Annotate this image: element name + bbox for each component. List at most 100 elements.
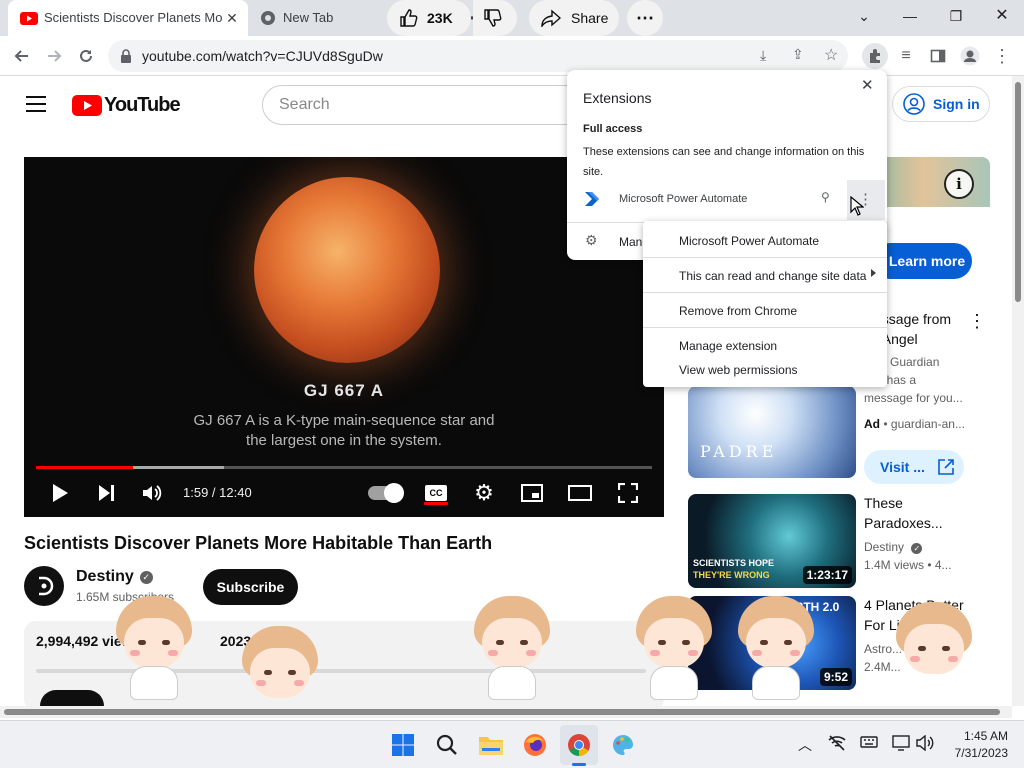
ad-more-icon[interactable]: ⋮ — [968, 311, 986, 332]
fullscreen-icon[interactable] — [616, 481, 640, 505]
share-page-icon[interactable]: ⇪ — [792, 46, 804, 63]
menu-item-site-access[interactable]: This can read and change site data — [679, 269, 866, 283]
info-icon[interactable]: i — [944, 169, 974, 199]
menu-item-extension-name[interactable]: Microsoft Power Automate — [679, 234, 819, 248]
theater-mode-icon[interactable] — [568, 481, 592, 505]
youtube-icon — [20, 12, 38, 25]
channel-name[interactable]: Destiny ✓ — [76, 568, 153, 586]
sticker-character — [888, 602, 980, 706]
reading-list-icon[interactable]: ≡ — [894, 44, 918, 68]
close-extensions-icon[interactable]: ✕ — [861, 76, 874, 94]
menu-item-manage-extension[interactable]: Manage extension — [679, 339, 777, 353]
sign-in-button[interactable]: Sign in — [892, 86, 990, 122]
visit-button[interactable]: Visit ... — [864, 450, 964, 484]
tab-title: Scientists Discover Planets More Habitab… — [44, 10, 222, 25]
manage-extensions-label: Man — [619, 235, 643, 249]
tab-search-icon[interactable]: ⌄ — [846, 4, 882, 28]
thumbs-up-icon — [400, 9, 418, 27]
restore-icon[interactable]: ❐ — [938, 4, 974, 28]
minimize-icon[interactable]: — — [892, 4, 928, 28]
sticker-character — [466, 596, 558, 700]
hamburger-menu-icon[interactable] — [26, 96, 46, 112]
more-actions-button[interactable]: ⋯ — [627, 0, 663, 36]
share-label: Share — [571, 10, 609, 26]
power-automate-icon — [585, 192, 599, 206]
youtube-logo[interactable]: YouTube — [72, 94, 181, 116]
address-bar[interactable]: youtube.com/watch?v=CJUVd8SguDw ⤓ ⇪ ☆ — [108, 40, 848, 72]
miniplayer-icon[interactable] — [520, 481, 544, 505]
network-icon[interactable] — [828, 735, 846, 754]
reload-icon[interactable] — [74, 44, 98, 68]
extension-item[interactable]: Microsoft Power Automate ⚲ ⋮ — [567, 180, 887, 220]
video-title: Scientists Discover Planets More Habitab… — [24, 533, 493, 553]
keyboard-icon[interactable] — [860, 735, 878, 752]
sticker-character — [108, 596, 200, 700]
search-input[interactable]: Search — [262, 85, 602, 125]
chrome-taskbar-icon[interactable] — [566, 732, 592, 758]
ad-meta: Ad • guardian-an... — [864, 415, 965, 433]
url-text: youtube.com/watch?v=CJUVd8SguDw — [142, 48, 383, 64]
sticker-character — [628, 596, 720, 700]
full-access-desc: These extensions can see and change info… — [583, 146, 865, 178]
account-icon — [903, 93, 925, 115]
volume-icon[interactable] — [140, 481, 164, 505]
subscribe-label: Subscribe — [216, 579, 285, 595]
install-icon[interactable]: ⤓ — [760, 47, 766, 64]
vertical-scrollbar[interactable] — [1012, 76, 1024, 706]
extension-name: Microsoft Power Automate — [619, 193, 748, 205]
speaker-icon[interactable] — [916, 734, 934, 754]
taskbar-date[interactable]: 7/31/2023 — [946, 746, 1008, 760]
thumb-text-2: THEY'RE WRONG — [693, 570, 770, 580]
video-progress-bar[interactable] — [36, 466, 652, 469]
dislike-button[interactable] — [473, 0, 517, 36]
learn-more-button[interactable]: Learn more — [872, 243, 972, 279]
verified-badge-icon: ✓ — [139, 570, 153, 584]
captions-active-indicator — [424, 502, 448, 505]
show-hidden-icons-chevron[interactable]: ︿ — [798, 735, 812, 755]
taskbar-time[interactable]: 1:45 AM — [958, 729, 1008, 743]
ad-title-2[interactable]: r Angel — [874, 329, 994, 349]
sidebar-video-title[interactable]: These Paradoxes... — [864, 493, 944, 533]
close-tab-icon[interactable]: ✕ — [224, 10, 240, 26]
ad-label: Ad — [864, 417, 880, 431]
autoplay-toggle[interactable] — [368, 481, 404, 505]
sidebar-channel[interactable]: Destiny ✓ — [864, 538, 923, 556]
share-button[interactable]: Share — [529, 0, 619, 36]
video-thumbnail-paradoxes[interactable]: SCIENTISTS HOPE THEY'RE WRONG 1:23:17 — [688, 494, 856, 588]
menu-item-remove[interactable]: Remove from Chrome — [679, 304, 797, 318]
chrome-menu-icon[interactable]: ⋮ — [990, 44, 1014, 68]
extensions-puzzle-icon[interactable] — [862, 43, 888, 69]
start-button-windows-icon[interactable] — [390, 732, 416, 758]
pin-icon[interactable]: ⚲ — [821, 190, 830, 204]
side-panel-icon[interactable] — [926, 44, 950, 68]
menu-divider — [643, 292, 887, 293]
ad-thumbnail[interactable]: PADRE — [688, 386, 856, 478]
channel-avatar[interactable] — [24, 566, 64, 606]
back-icon[interactable] — [10, 44, 34, 68]
ad-bullet: • — [883, 417, 891, 431]
like-button[interactable]: 23K — [387, 0, 471, 36]
settings-gear-icon[interactable]: ⚙ — [472, 480, 496, 505]
play-icon[interactable] — [48, 481, 72, 505]
paint-app-icon[interactable] — [610, 732, 636, 758]
subscribe-button[interactable]: Subscribe — [203, 569, 298, 605]
taskbar-search-icon[interactable] — [434, 732, 460, 758]
menu-divider — [643, 327, 887, 328]
thumbs-down-icon — [484, 9, 502, 27]
menu-item-view-permissions[interactable]: View web permissions — [679, 363, 798, 377]
horizontal-scrollbar[interactable] — [0, 706, 1012, 718]
lock-icon[interactable] — [120, 49, 132, 63]
next-icon[interactable] — [94, 481, 118, 505]
firefox-icon[interactable] — [522, 732, 548, 758]
forward-icon[interactable] — [42, 44, 66, 68]
bookmark-star-icon[interactable]: ☆ — [824, 45, 838, 65]
star-image — [254, 177, 440, 363]
display-icon[interactable] — [892, 735, 910, 754]
horizontal-scroll-thumb[interactable] — [4, 709, 1000, 715]
share-icon — [541, 9, 561, 27]
file-explorer-icon[interactable] — [478, 732, 504, 758]
vertical-scroll-thumb[interactable] — [1015, 82, 1021, 302]
tab-youtube[interactable]: Scientists Discover Planets More Habitab… — [8, 0, 248, 36]
close-window-icon[interactable]: ✕ — [984, 4, 1020, 28]
profile-avatar-icon[interactable] — [958, 44, 982, 68]
